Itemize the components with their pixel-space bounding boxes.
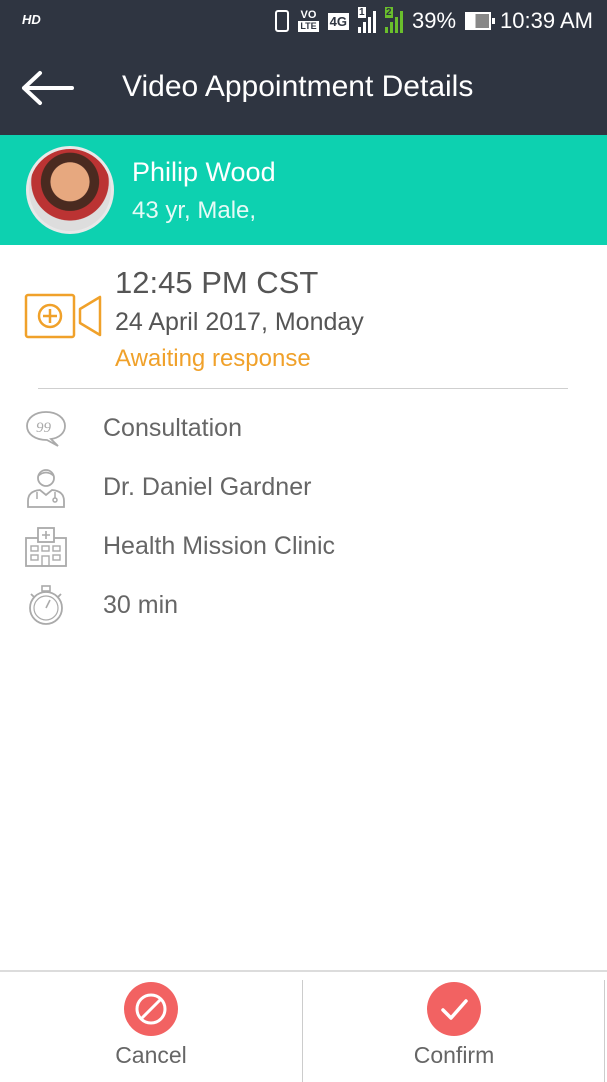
- sim1-label: 1: [358, 7, 366, 18]
- confirm-button[interactable]: Confirm: [303, 972, 605, 1082]
- patient-name: Philip Wood: [132, 157, 276, 187]
- divider: [38, 388, 568, 389]
- vibrate-icon: [275, 10, 290, 32]
- appointment-status: Awaiting response: [115, 345, 311, 372]
- action-footer: Cancel Confirm: [0, 970, 607, 1082]
- info-row-clinic: Health Mission Clinic: [0, 518, 607, 574]
- confirm-icon-circle: [427, 982, 481, 1036]
- appointment-type: Consultation: [103, 414, 242, 442]
- doctor-name: Dr. Daniel Gardner: [103, 473, 312, 501]
- stopwatch-icon: [29, 585, 63, 625]
- back-button[interactable]: [20, 70, 74, 106]
- network-4g-icon: 4G: [327, 12, 349, 30]
- video-camera-plus-icon: [24, 293, 102, 339]
- cancel-button[interactable]: Cancel: [0, 972, 302, 1082]
- volte-icon: VO LTE: [298, 9, 319, 32]
- status-bar: HD VO LTE 4G 1 2 39% 10:39 AM: [0, 0, 607, 42]
- duration: 30 min: [103, 591, 179, 619]
- cancel-label: Cancel: [115, 1042, 187, 1068]
- appointment-date: 24 April 2017, Monday: [115, 308, 364, 336]
- arrow-left-icon: [22, 71, 74, 105]
- svg-text:99: 99: [36, 420, 52, 436]
- doctor-icon: [27, 469, 65, 508]
- hd-indicator: HD: [22, 12, 41, 27]
- battery-percent: 39%: [412, 8, 457, 33]
- volte-label: VO: [300, 9, 317, 21]
- appointment-summary: 12:45 PM CST 24 April 2017, Monday Await…: [0, 245, 607, 390]
- info-row-type: 99 Consultation: [0, 400, 607, 456]
- info-row-doctor: Dr. Daniel Gardner: [0, 459, 607, 515]
- cancel-icon: [135, 993, 167, 1025]
- signal-sim2-icon: 2: [385, 7, 403, 33]
- patient-details: 43 yr, Male,: [132, 197, 257, 224]
- clock: 10:39 AM: [500, 8, 593, 33]
- confirm-label: Confirm: [413, 1042, 495, 1068]
- speech-bubble-quote-icon: 99: [26, 411, 66, 447]
- clinic-name: Health Mission Clinic: [103, 532, 336, 560]
- lte-label: LTE: [298, 21, 319, 32]
- app-bar: Video Appointment Details: [0, 42, 607, 135]
- battery-icon: [465, 12, 496, 30]
- patient-avatar: [26, 146, 114, 234]
- cancel-icon-circle: [124, 982, 178, 1036]
- info-row-duration: 30 min: [0, 577, 607, 633]
- signal-sim1-icon: 1: [358, 7, 376, 33]
- footer-edge-divider: [604, 980, 605, 1082]
- sim2-label: 2: [385, 7, 393, 18]
- page-title: Video Appointment Details: [122, 70, 474, 103]
- appointment-time: 12:45 PM CST: [115, 265, 319, 300]
- hospital-icon: [25, 527, 67, 567]
- patient-banner: Philip Wood 43 yr, Male,: [0, 135, 607, 245]
- checkmark-icon: [441, 999, 468, 1020]
